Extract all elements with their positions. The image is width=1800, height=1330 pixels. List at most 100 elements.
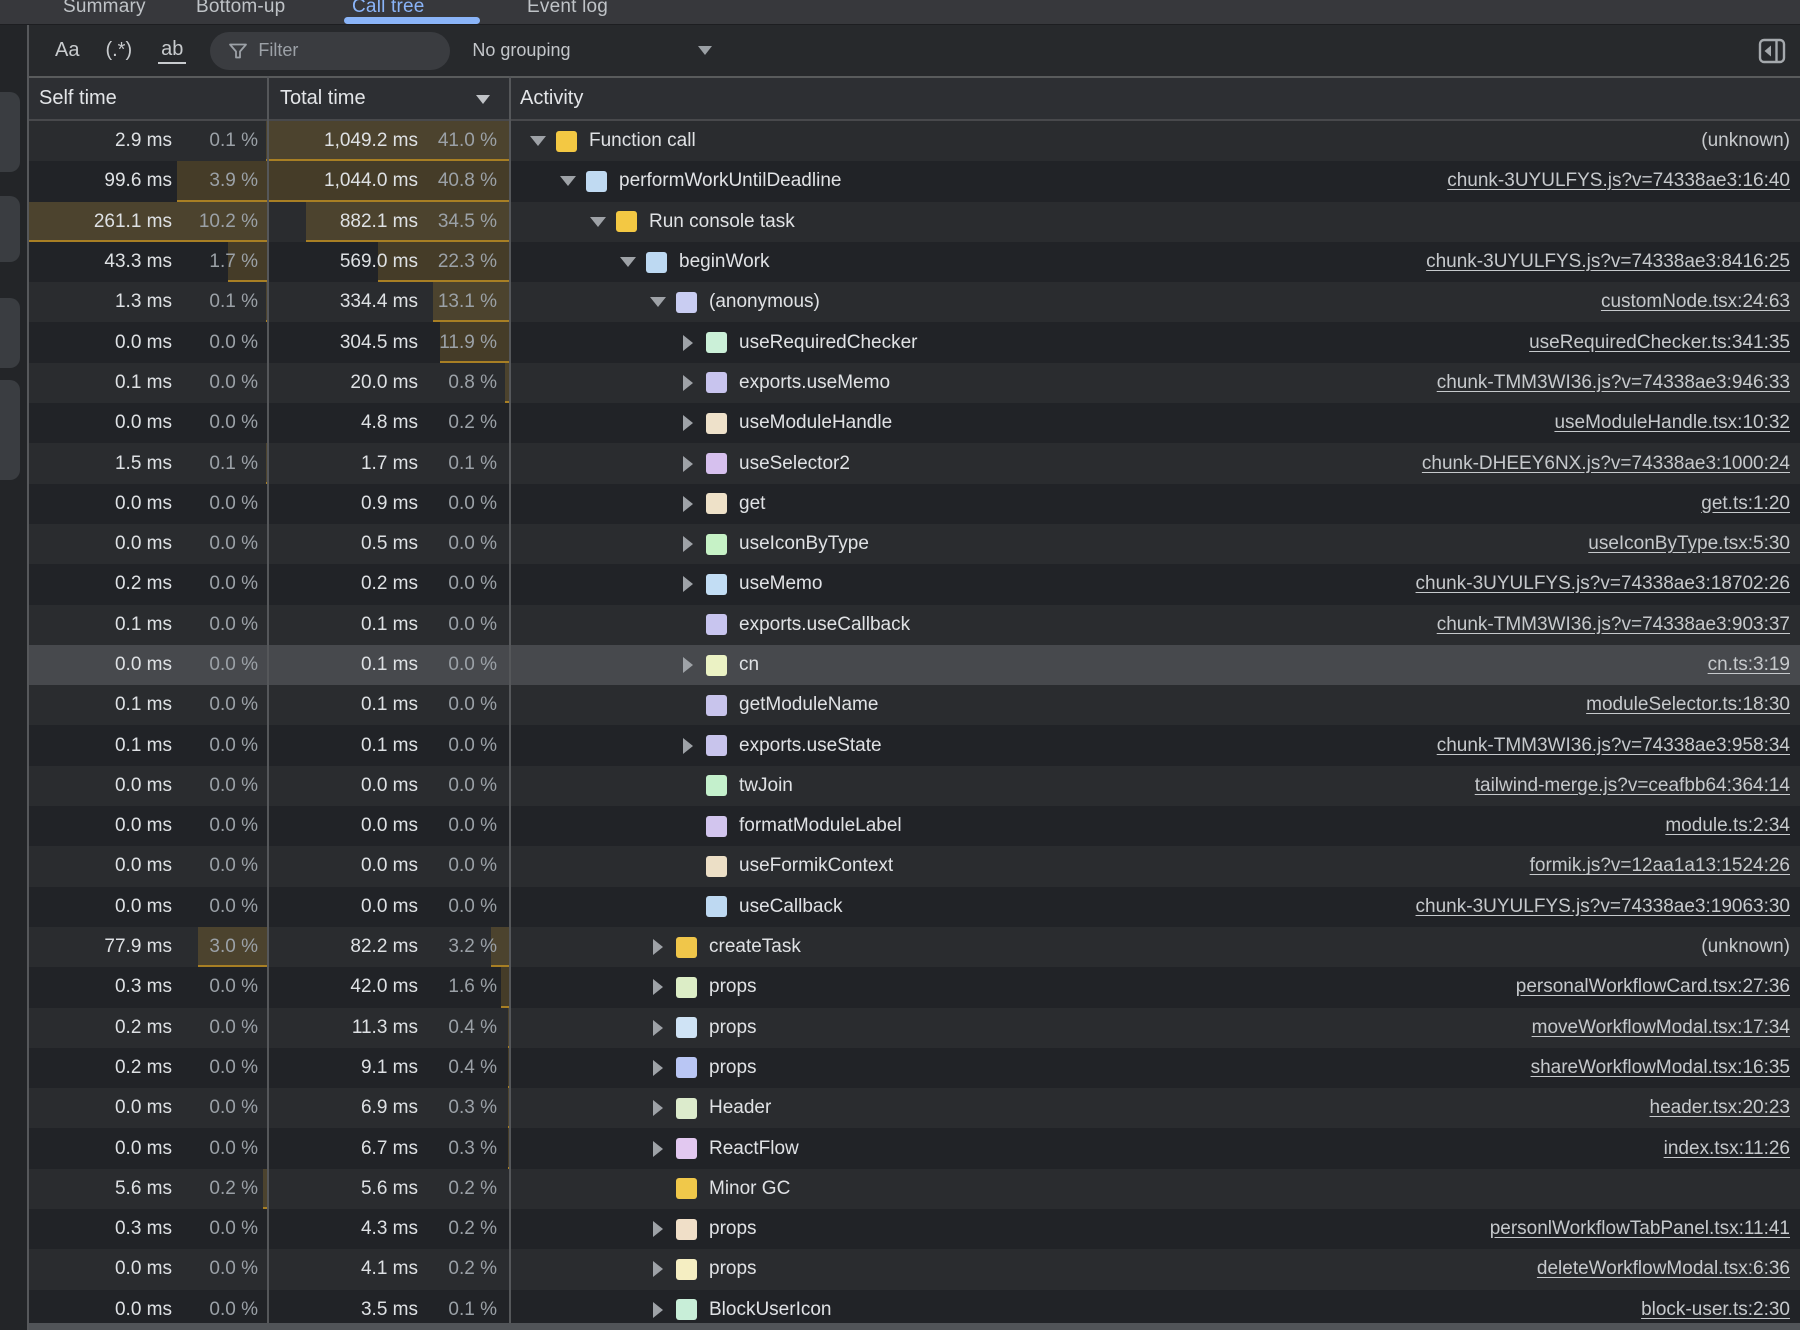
source-link[interactable]: moveWorkflowModal.tsx:17:34	[1532, 1017, 1790, 1039]
source-link[interactable]: index.tsx:11:26	[1664, 1138, 1790, 1160]
expand-arrow-icon[interactable]	[560, 176, 586, 186]
self-time-cell: 0.2 ms 0.0 %	[29, 1048, 268, 1088]
expand-arrow-icon[interactable]	[680, 335, 706, 351]
expand-arrow-icon[interactable]	[680, 456, 706, 472]
expand-arrow-icon[interactable]	[680, 536, 706, 552]
source-link[interactable]: tailwind-merge.js?v=ceafbb64:364:14	[1475, 775, 1790, 797]
source-link[interactable]: shareWorkflowModal.tsx:16:35	[1531, 1057, 1790, 1079]
expand-arrow-icon[interactable]	[680, 576, 706, 592]
call-tree-row[interactable]: 1.3 ms 0.1 % 334.4 ms 13.1 % (anonymous)…	[29, 282, 1800, 322]
source-link[interactable]: personalWorkflowCard.tsx:27:36	[1516, 976, 1790, 998]
expand-arrow-icon[interactable]	[620, 257, 646, 267]
source-link[interactable]: personlWorkflowTabPanel.tsx:11:41	[1490, 1218, 1790, 1240]
show-sidebar-button[interactable]	[1758, 37, 1786, 65]
source-link[interactable]: chunk-TMM3WI36.js?v=74338ae3:958:34	[1437, 735, 1790, 757]
source-link[interactable]: chunk-TMM3WI36.js?v=74338ae3:903:37	[1437, 614, 1790, 636]
expand-arrow-icon[interactable]	[650, 297, 676, 307]
call-tree-row[interactable]: 0.0 ms 0.0 % 4.8 ms 0.2 % useModuleHandl…	[29, 403, 1800, 443]
expand-arrow-icon[interactable]	[650, 1100, 676, 1116]
grouping-dropdown[interactable]: No grouping	[472, 40, 712, 61]
expand-arrow-icon[interactable]	[650, 1020, 676, 1036]
source-link[interactable]: cn.ts:3:19	[1708, 654, 1790, 676]
source-link[interactable]: chunk-3UYULFYS.js?v=74338ae3:18702:26	[1416, 573, 1790, 595]
call-tree-row[interactable]: 0.2 ms 0.0 % 9.1 ms 0.4 % props shareWor…	[29, 1048, 1800, 1088]
call-tree-row[interactable]: 0.0 ms 0.0 % 0.0 ms 0.0 % formatModuleLa…	[29, 806, 1800, 846]
expand-arrow-icon[interactable]	[650, 939, 676, 955]
call-tree-row[interactable]: 0.2 ms 0.0 % 0.2 ms 0.0 % useMemo chunk-…	[29, 564, 1800, 604]
source-link[interactable]: moduleSelector.ts:18:30	[1586, 694, 1790, 716]
call-tree-row[interactable]: 0.1 ms 0.0 % 0.1 ms 0.0 % exports.useCal…	[29, 605, 1800, 645]
call-tree-row[interactable]: 0.0 ms 0.0 % 6.9 ms 0.3 % Header header.…	[29, 1088, 1800, 1128]
call-tree-row[interactable]: 2.9 ms 0.1 % 1,049.2 ms 41.0 % Function …	[29, 121, 1800, 161]
expand-arrow-icon[interactable]	[650, 1060, 676, 1076]
call-tree-row[interactable]: 0.0 ms 0.0 % 0.0 ms 0.0 % twJoin tailwin…	[29, 766, 1800, 806]
expand-arrow-icon[interactable]	[650, 1141, 676, 1157]
expand-arrow-icon[interactable]	[650, 1261, 676, 1277]
call-tree-row[interactable]: 77.9 ms 3.0 % 82.2 ms 3.2 % createTask (…	[29, 927, 1800, 967]
call-tree-row[interactable]: 0.2 ms 0.0 % 11.3 ms 0.4 % props moveWor…	[29, 1008, 1800, 1048]
call-tree-row[interactable]: 0.0 ms 0.0 % 0.1 ms 0.0 % cn cn.ts:3:19	[29, 645, 1800, 685]
expand-arrow-icon[interactable]	[530, 136, 556, 146]
source-link[interactable]: customNode.tsx:24:63	[1601, 291, 1790, 313]
sort-desc-icon	[476, 95, 490, 104]
expand-arrow-icon[interactable]	[650, 979, 676, 995]
source-link[interactable]: useRequiredChecker.ts:341:35	[1529, 332, 1790, 354]
source-link[interactable]: get.ts:1:20	[1701, 493, 1790, 515]
source-link[interactable]: chunk-DHEEY6NX.js?v=74338ae3:1000:24	[1422, 453, 1790, 475]
tab-event-log[interactable]: Event log	[527, 0, 608, 20]
column-header-total-time[interactable]: Total time	[268, 87, 510, 110]
source-link[interactable]: chunk-3UYULFYS.js?v=74338ae3:19063:30	[1416, 896, 1790, 918]
call-tree-row[interactable]: 0.0 ms 0.0 % 0.9 ms 0.0 % get get.ts:1:2…	[29, 484, 1800, 524]
expand-arrow-icon[interactable]	[680, 657, 706, 673]
expand-arrow-icon[interactable]	[590, 217, 616, 227]
self-time-value: 0.0 ms	[115, 332, 172, 354]
source-link[interactable]: chunk-3UYULFYS.js?v=74338ae3:8416:25	[1426, 251, 1790, 273]
source-link[interactable]: deleteWorkflowModal.tsx:6:36	[1537, 1258, 1790, 1280]
filter-input[interactable]: Filter	[210, 32, 450, 70]
call-tree-row[interactable]: 0.0 ms 0.0 % 0.0 ms 0.0 % useCallback ch…	[29, 887, 1800, 927]
call-tree-row[interactable]: 0.1 ms 0.0 % 0.1 ms 0.0 % exports.useSta…	[29, 725, 1800, 765]
expand-arrow-icon[interactable]	[680, 375, 706, 391]
column-divider[interactable]	[509, 76, 511, 1330]
call-tree-row[interactable]: 0.0 ms 0.0 % 0.5 ms 0.0 % useIconByType …	[29, 524, 1800, 564]
regex-toggle[interactable]: (.*)	[105, 39, 132, 62]
self-time-value: 0.0 ms	[115, 815, 172, 837]
tab-summary[interactable]: Summary	[63, 0, 146, 20]
call-tree-row[interactable]: 99.6 ms 3.9 % 1,044.0 ms 40.8 % performW…	[29, 161, 1800, 201]
call-tree-row[interactable]: 0.1 ms 0.0 % 0.1 ms 0.0 % getModuleName …	[29, 685, 1800, 725]
call-tree-row[interactable]: 0.0 ms 0.0 % 0.0 ms 0.0 % useFormikConte…	[29, 846, 1800, 886]
activity-color-swatch	[706, 695, 727, 716]
source-link[interactable]: block-user.ts:2:30	[1641, 1299, 1790, 1321]
call-tree-row[interactable]: 0.3 ms 0.0 % 42.0 ms 1.6 % props persona…	[29, 967, 1800, 1007]
call-tree-row[interactable]: 5.6 ms 0.2 % 5.6 ms 0.2 % Minor GC	[29, 1169, 1800, 1209]
source-link[interactable]: header.tsx:20:23	[1650, 1097, 1791, 1119]
call-tree-row[interactable]: 43.3 ms 1.7 % 569.0 ms 22.3 % beginWork …	[29, 242, 1800, 282]
tab-bottom-up[interactable]: Bottom-up	[196, 0, 285, 20]
column-header-self-time[interactable]: Self time	[29, 87, 268, 110]
source-link[interactable]: useModuleHandle.tsx:10:32	[1554, 412, 1790, 434]
source-link[interactable]: useIconByType.tsx:5:30	[1588, 533, 1790, 555]
expand-arrow-icon[interactable]	[680, 738, 706, 754]
expand-arrow-icon[interactable]	[680, 415, 706, 431]
horizontal-scrollbar[interactable]	[29, 1323, 1800, 1330]
call-tree-row[interactable]: 261.1 ms 10.2 % 882.1 ms 34.5 % Run cons…	[29, 202, 1800, 242]
call-tree-row[interactable]: 1.5 ms 0.1 % 1.7 ms 0.1 % useSelector2 c…	[29, 443, 1800, 483]
call-tree-row[interactable]: 0.0 ms 0.0 % 4.1 ms 0.2 % props deleteWo…	[29, 1249, 1800, 1289]
total-time-value: 6.7 ms	[361, 1138, 418, 1160]
column-header-activity[interactable]: Activity	[510, 87, 1800, 110]
call-tree-row[interactable]: 0.1 ms 0.0 % 20.0 ms 0.8 % exports.useMe…	[29, 363, 1800, 403]
whole-word-toggle[interactable]: ab	[158, 38, 186, 64]
source-link[interactable]: chunk-3UYULFYS.js?v=74338ae3:16:40	[1447, 170, 1790, 192]
source-link[interactable]: module.ts:2:34	[1665, 815, 1790, 837]
expand-arrow-icon[interactable]	[650, 1302, 676, 1318]
expand-arrow-icon[interactable]	[650, 1221, 676, 1237]
source-link[interactable]: formik.js?v=12aa1a13:1524:26	[1530, 855, 1790, 877]
expand-arrow-icon[interactable]	[680, 496, 706, 512]
activity-label: cn	[739, 654, 759, 676]
source-link[interactable]: chunk-TMM3WI36.js?v=74338ae3:946:33	[1437, 372, 1790, 394]
call-tree-row[interactable]: 0.0 ms 0.0 % 304.5 ms 11.9 % useRequired…	[29, 322, 1800, 362]
match-case-toggle[interactable]: Aa	[55, 39, 79, 62]
column-divider[interactable]	[267, 76, 269, 1330]
call-tree-row[interactable]: 0.0 ms 0.0 % 6.7 ms 0.3 % ReactFlow inde…	[29, 1128, 1800, 1168]
call-tree-row[interactable]: 0.3 ms 0.0 % 4.3 ms 0.2 % props personlW…	[29, 1209, 1800, 1249]
